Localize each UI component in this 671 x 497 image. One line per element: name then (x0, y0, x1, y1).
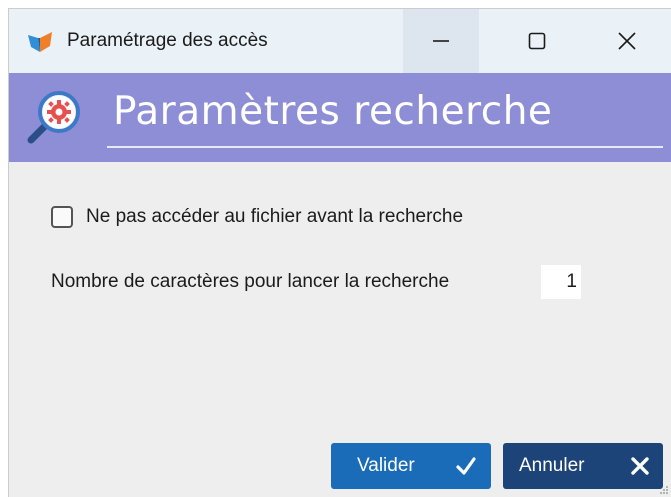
search-settings-icon (27, 91, 80, 144)
skip-file-access-checkbox[interactable] (51, 206, 73, 228)
cancel-label: Annuler (519, 455, 585, 476)
maximize-button[interactable] (499, 9, 575, 73)
maximize-icon (528, 32, 546, 50)
close-x-icon (631, 457, 649, 475)
skip-file-access-option[interactable]: Ne pas accéder au fichier avant la reche… (51, 206, 463, 228)
resize-grip-icon[interactable] (659, 485, 669, 495)
validate-label: Valider (357, 455, 415, 476)
checkmark-icon (456, 457, 476, 475)
char-count-input[interactable] (541, 265, 581, 299)
minimize-button[interactable] (403, 9, 479, 73)
cancel-button[interactable]: Annuler (503, 443, 663, 489)
page-title: Paramètres recherche (113, 89, 553, 134)
close-button[interactable] (589, 9, 665, 73)
minimize-icon (433, 40, 449, 42)
app-logo-icon (28, 32, 52, 52)
header-underline (107, 146, 663, 148)
window-title: Paramétrage des accès (67, 30, 268, 51)
dialog-window: Paramétrage des accès Paramètres recherc… (8, 8, 671, 497)
section-header: Paramètres recherche (9, 73, 671, 162)
close-icon (618, 32, 636, 50)
title-bar: Paramétrage des accès (9, 9, 671, 73)
char-count-label: Nombre de caractères pour lancer la rech… (51, 271, 450, 292)
validate-button[interactable]: Valider (331, 443, 491, 489)
skip-file-access-label[interactable]: Ne pas accéder au fichier avant la reche… (86, 206, 463, 228)
